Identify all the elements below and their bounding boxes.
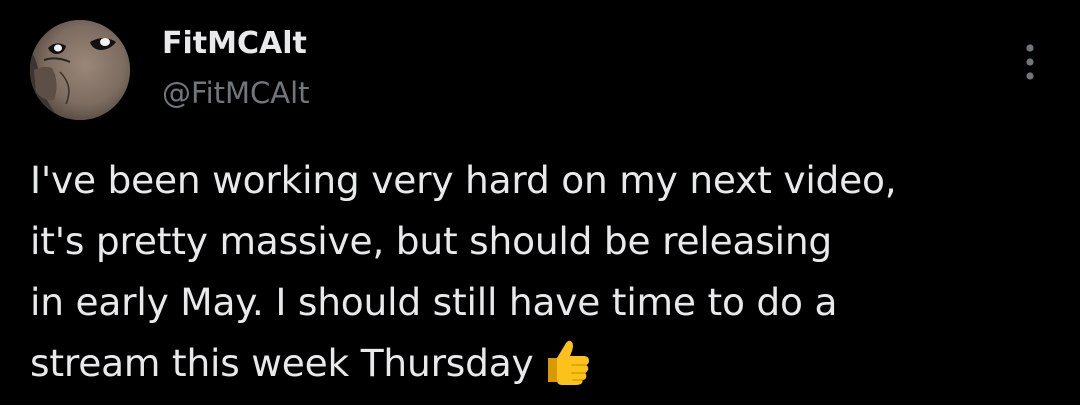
tweet-text-line: stream this week Thursday [30,341,534,385]
more-options-button[interactable] [1012,38,1048,88]
tweet: FitMCAlt @FitMCAlt I've been working ver… [0,0,1080,405]
cartoon-face-avatar-icon [30,20,130,120]
avatar[interactable] [30,20,130,120]
thumbs-up-icon [542,334,594,386]
vertical-ellipsis-icon [1026,44,1034,80]
tweet-text: I've been working very hard on my next v… [30,150,1060,394]
tweet-text-line-last: stream this week Thursday [30,333,1060,394]
tweet-text-line: in early May. I should still have time t… [30,280,838,324]
author-handle[interactable]: @FitMCAlt [162,76,310,110]
author-display-name[interactable]: FitMCAlt [162,26,307,62]
tweet-text-line: it's pretty massive, but should be relea… [30,219,832,263]
tweet-text-line: I've been working very hard on my next v… [30,158,897,202]
